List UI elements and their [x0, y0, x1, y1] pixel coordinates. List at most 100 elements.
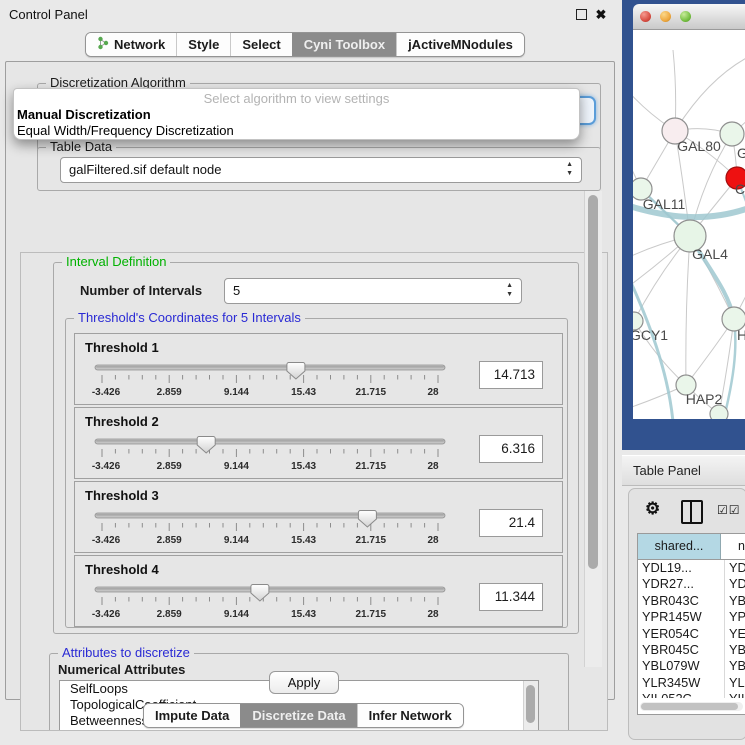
- slider-thumb: [358, 511, 376, 528]
- svg-text:2.859: 2.859: [157, 461, 182, 472]
- table-row[interactable]: YPR145W YPR1: [638, 609, 745, 625]
- node-table-rows: YDL19... YDL1 YDR27... YDR2 YBR043C YBR0…: [638, 560, 745, 698]
- tab-cyni-toolbox[interactable]: Cyni Toolbox: [292, 33, 396, 56]
- network-tree-icon: [97, 36, 109, 53]
- network-view-window: GAL80GALCGAL11GAL4GCY1HHAP2: [622, 0, 745, 450]
- node-table[interactable]: shared... n YDL19... YDL1 YDR27... YDR2 …: [637, 533, 745, 715]
- svg-text:9.144: 9.144: [224, 609, 249, 620]
- table-data-group: Table Data galFiltered.sif default node …: [37, 147, 601, 191]
- svg-text:15.43: 15.43: [291, 535, 316, 546]
- split-view-icon[interactable]: [681, 500, 703, 524]
- threshold-row: Threshold 3 -3.4262.8599.14415.4321.7152…: [74, 481, 563, 553]
- table-hscrollbar-thumb[interactable]: [641, 703, 738, 710]
- network-window-titlebar[interactable]: [633, 4, 745, 30]
- svg-text:-3.426: -3.426: [92, 535, 121, 546]
- threshold-slider[interactable]: -3.4262.8599.14415.4321.71528: [89, 435, 469, 473]
- float-window-icon[interactable]: [574, 8, 588, 22]
- table-row[interactable]: YDL19... YDL1: [638, 560, 745, 576]
- tab-infer-network[interactable]: Infer Network: [357, 704, 463, 727]
- number-of-intervals-spinner[interactable]: 5 ▲▼: [224, 278, 522, 304]
- tab-style[interactable]: Style: [176, 33, 230, 56]
- attributes-group-label: Attributes to discretize: [58, 645, 194, 660]
- threshold-label: Threshold 4: [85, 562, 159, 577]
- network-node-label: GAL4: [692, 246, 728, 262]
- column-header-shared-name[interactable]: shared...: [638, 534, 721, 559]
- number-of-intervals-value: 5: [233, 283, 240, 298]
- tab-select[interactable]: Select: [230, 33, 291, 56]
- svg-text:9.144: 9.144: [224, 535, 249, 546]
- mac-minimize-button[interactable]: [660, 11, 671, 22]
- svg-text:2.859: 2.859: [157, 609, 182, 620]
- svg-text:15.43: 15.43: [291, 387, 316, 398]
- svg-text:-3.426: -3.426: [92, 609, 121, 620]
- svg-text:28: 28: [427, 461, 439, 472]
- network-node-label: GAL: [737, 145, 745, 161]
- combo-updown-icon: ▲▼: [566, 160, 573, 178]
- slider-thumb: [197, 437, 215, 454]
- table-data-combobox[interactable]: galFiltered.sif default node ▲▼: [60, 157, 582, 183]
- mac-zoom-button[interactable]: [680, 11, 691, 22]
- svg-text:2.859: 2.859: [157, 387, 182, 398]
- threshold-row: Threshold 1 -3.4262.8599.14415.4321.7152…: [74, 333, 563, 405]
- svg-text:21.715: 21.715: [356, 387, 387, 398]
- network-node-label: GAL11: [643, 196, 686, 212]
- interval-definition-label: Interval Definition: [62, 254, 170, 269]
- table-row[interactable]: YBR045C YBR0: [638, 642, 745, 658]
- algorithm-option-equal-width[interactable]: Equal Width/Frequency Discretization: [14, 123, 579, 139]
- main-scrollbar[interactable]: [584, 191, 602, 667]
- algorithm-prompt-option[interactable]: Select algorithm to view settings: [14, 89, 579, 107]
- network-node-label: H: [737, 327, 745, 343]
- table-row[interactable]: YIL052C YIL0: [638, 691, 745, 698]
- interval-definition-group: Interval Definition Number of Intervals …: [53, 262, 579, 634]
- svg-text:9.144: 9.144: [224, 387, 249, 398]
- table-row[interactable]: YLR345W YLR3: [638, 675, 745, 691]
- table-row[interactable]: YBR043C YBR0: [638, 593, 745, 609]
- tab-impute-data[interactable]: Impute Data: [144, 704, 240, 727]
- threshold-value-field[interactable]: 6.316: [479, 435, 543, 463]
- threshold-label: Threshold 1: [85, 340, 159, 355]
- network-canvas[interactable]: GAL80GALCGAL11GAL4GCY1HHAP2: [633, 30, 745, 419]
- column-header-name[interactable]: n: [721, 534, 745, 559]
- attributes-list-scrollbar[interactable]: [523, 681, 538, 731]
- thresholds-group-label: Threshold's Coordinates for 5 Intervals: [74, 310, 305, 325]
- table-hscrollbar[interactable]: [640, 702, 743, 711]
- svg-text:28: 28: [427, 535, 439, 546]
- threshold-label: Threshold 3: [85, 488, 159, 503]
- threshold-slider[interactable]: -3.4262.8599.14415.4321.71528: [89, 583, 469, 621]
- threshold-value-field[interactable]: 21.4: [479, 509, 543, 537]
- threshold-row: Threshold 4 -3.4262.8599.14415.4321.7152…: [74, 555, 563, 627]
- numerical-attributes-label: Numerical Attributes: [58, 662, 185, 677]
- svg-text:15.43: 15.43: [291, 461, 316, 472]
- cyni-panel-body: Discretization Algorithm Table Data galF…: [5, 61, 615, 700]
- thresholds-group: Threshold's Coordinates for 5 Intervals …: [65, 318, 568, 628]
- network-node: [710, 405, 728, 419]
- table-row[interactable]: YER054C YER0: [638, 626, 745, 642]
- algorithm-option-manual[interactable]: Manual Discretization: [14, 107, 579, 123]
- settings-gear-icon[interactable]: ⚙: [645, 499, 660, 519]
- network-node: [720, 122, 744, 146]
- svg-text:-3.426: -3.426: [92, 387, 121, 398]
- column-select-icon[interactable]: ☑☑: [717, 503, 741, 517]
- threshold-value-field[interactable]: 11.344: [479, 583, 543, 611]
- svg-text:-3.426: -3.426: [92, 461, 121, 472]
- threshold-label: Threshold 2: [85, 414, 159, 429]
- network-node-label: C: [735, 181, 745, 197]
- slider-thumb: [251, 585, 269, 602]
- apply-button[interactable]: Apply: [269, 671, 339, 694]
- tab-discretize-data[interactable]: Discretize Data: [240, 704, 356, 727]
- tab-network[interactable]: Network: [86, 33, 176, 56]
- mac-close-button[interactable]: [640, 11, 651, 22]
- svg-text:21.715: 21.715: [356, 609, 387, 620]
- number-of-intervals-label: Number of Intervals: [80, 283, 202, 298]
- threshold-slider[interactable]: -3.4262.8599.14415.4321.71528: [89, 509, 469, 547]
- network-node-label: GAL80: [677, 138, 721, 154]
- table-data-combobox-value: galFiltered.sif default node: [69, 162, 221, 177]
- tab-jactivemnodules[interactable]: jActiveMNodules: [396, 33, 524, 56]
- threshold-slider[interactable]: -3.4262.8599.14415.4321.71528: [89, 361, 469, 399]
- close-window-icon[interactable]: ✖: [594, 8, 608, 22]
- main-scrollbar-thumb[interactable]: [588, 195, 598, 569]
- settings-scrollpane: Interval Definition Number of Intervals …: [20, 252, 608, 731]
- table-row[interactable]: YDR27... YDR2: [638, 576, 745, 592]
- threshold-value-field[interactable]: 14.713: [479, 361, 543, 389]
- table-row[interactable]: YBL079W YBL0: [638, 658, 745, 674]
